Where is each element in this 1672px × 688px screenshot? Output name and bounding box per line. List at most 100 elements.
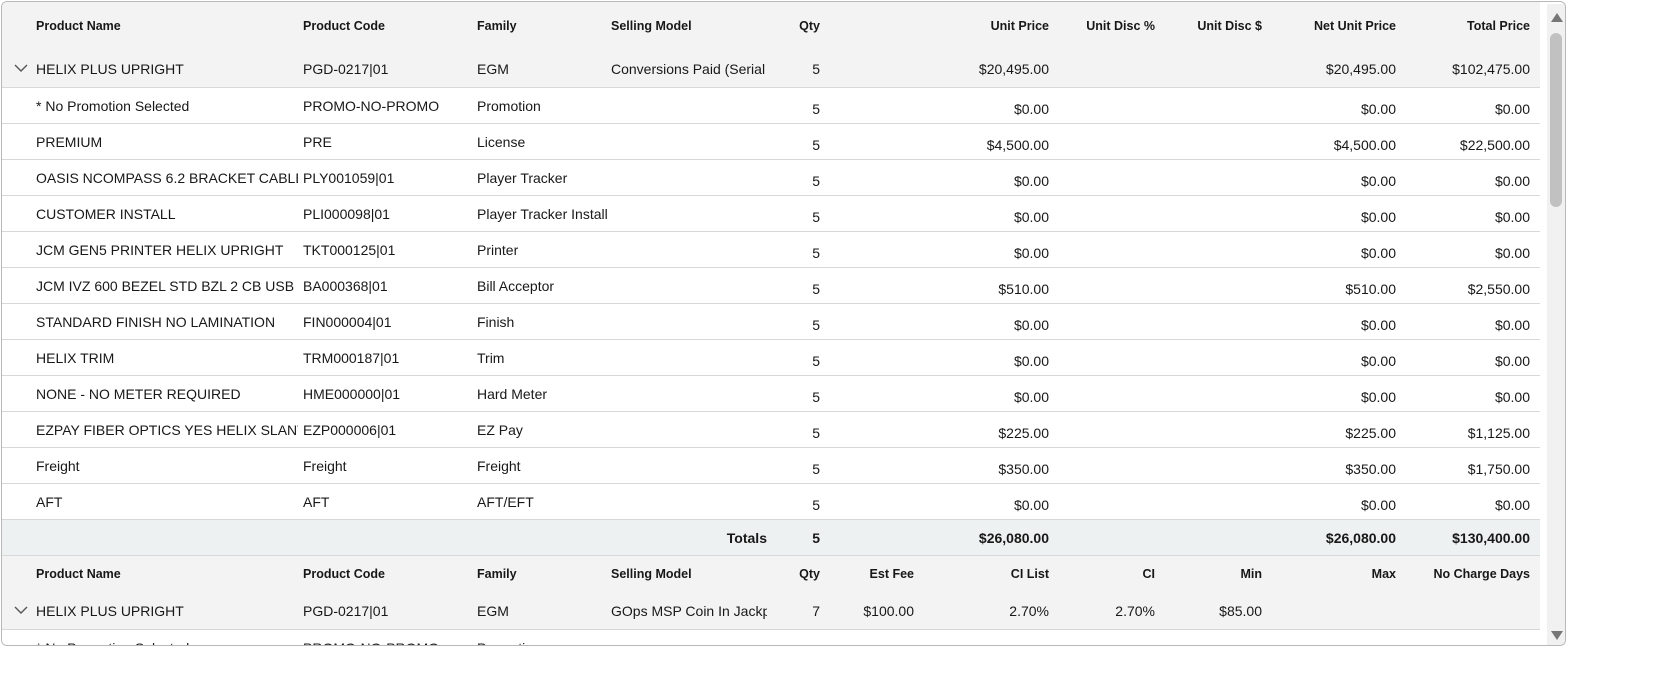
cell-10: $0.00 <box>1494 245 1530 261</box>
cell-10: $0.00 <box>1494 173 1530 189</box>
column-header-8[interactable]: Min <box>1157 567 1262 581</box>
cell-2: Finish <box>477 313 515 330</box>
cell-9: $510.00 <box>1345 281 1396 297</box>
cell-4: 5 <box>812 389 820 405</box>
cell-10: $0.00 <box>1494 101 1530 117</box>
table-row[interactable]: * No Promotion Selected PROMO-NO-PROMO Pro… <box>2 88 1540 124</box>
cell-2: EGM <box>477 602 509 619</box>
cell-6: $0.00 <box>1013 497 1049 513</box>
column-header-2[interactable]: Family <box>477 19 607 33</box>
cell-9: $0.00 <box>1360 245 1396 261</box>
vertical-scrollbar[interactable] <box>1547 4 1565 645</box>
column-header-9[interactable]: Net Unit Price <box>1264 19 1396 33</box>
quote-lines-table: Product Name Product Code Family Selling Mo… <box>1 1 1566 646</box>
cell-4: 5 <box>812 101 820 117</box>
cell-3: Totals <box>726 529 767 546</box>
column-header-6[interactable]: Unit Price <box>916 19 1049 33</box>
cell-8: $85.00 <box>1219 602 1262 619</box>
column-header-7[interactable]: Unit Disc % <box>1051 19 1155 33</box>
table-row[interactable]: Freight Freight Freight 5 $350.00 $350.00 $1,7… <box>2 448 1540 484</box>
cell-4: 5 <box>812 317 820 333</box>
column-header-7[interactable]: CI <box>1051 567 1156 581</box>
table-row[interactable]: AFT AFT AFT/EFT 5 $0.00 $0.00 $0.00 <box>2 484 1540 520</box>
cell-1: PROMO-NO-PROMO <box>303 640 472 646</box>
cell-10: $0.00 <box>1494 389 1530 405</box>
parent-product-row[interactable]: HELIX PLUS UPRIGHT PGD-0217|01 EGM Conversi… <box>2 50 1540 88</box>
table-row[interactable]: STANDARD FINISH NO LAMINATION FIN000004|0… <box>2 304 1540 340</box>
column-header-4[interactable]: Qty <box>772 567 820 581</box>
cell-6: $0.00 <box>1013 101 1049 117</box>
table-header-row: Product Name Product Code Family Selling Mo… <box>2 556 1540 592</box>
cell-10: $0.00 <box>1494 497 1530 513</box>
cell-4: 5 <box>812 353 820 369</box>
table-row[interactable]: NONE - NO METER REQUIRED HME000000|01 Hard… <box>2 376 1540 412</box>
cell-0: Freight <box>36 457 80 474</box>
cell-4: 5 <box>812 245 820 261</box>
cell-2: Bill Acceptor <box>477 277 555 294</box>
cell-2: Player Tracker Install <box>477 205 607 222</box>
parent-product-row[interactable]: HELIX PLUS UPRIGHT PGD-0217|01 EGM GOps MSP… <box>2 592 1540 630</box>
cell-1: BA000368|01 <box>303 277 388 294</box>
cell-0: OASIS NCOMPASS 6.2 BRACKET CABLE U <box>36 169 298 186</box>
cell-0: JCM GEN5 PRINTER HELIX UPRIGHT <box>36 241 284 258</box>
cell-0: STANDARD FINISH NO LAMINATION <box>36 313 276 330</box>
column-header-4[interactable]: Qty <box>772 19 820 33</box>
column-header-3[interactable]: Selling Model <box>611 567 767 581</box>
column-header-3[interactable]: Selling Model <box>611 19 767 33</box>
cell-1: TRM000187|01 <box>303 349 400 366</box>
scroll-up-arrow-icon[interactable] <box>1551 13 1563 22</box>
scroll-down-arrow-icon[interactable] <box>1551 631 1563 640</box>
cell-1: PGD-0217|01 <box>303 602 389 619</box>
table-row[interactable]: JCM GEN5 PRINTER HELIX UPRIGHT TKT000125|… <box>2 232 1540 268</box>
cell-1: PGD-0217|01 <box>303 60 389 77</box>
cell-10: $0.00 <box>1494 353 1530 369</box>
cell-4: 7 <box>812 602 820 619</box>
column-header-5[interactable]: Est Fee <box>822 567 914 581</box>
cell-2: Promotion <box>477 640 607 646</box>
cell-0: HELIX TRIM <box>36 349 115 366</box>
cell-9: $0.00 <box>1360 353 1396 369</box>
column-header-6[interactable]: CI List <box>916 567 1049 581</box>
cell-5: $100.00 <box>863 602 914 619</box>
table-row[interactable]: PREMIUM PRE License 5 $4,500.00 $4,500.00 $22,… <box>2 124 1540 160</box>
cell-10: $1,125.00 <box>1467 425 1530 441</box>
cell-0: PREMIUM <box>36 133 103 150</box>
column-header-9[interactable]: Max <box>1264 567 1396 581</box>
cell-4: 5 <box>812 529 820 546</box>
cell-1: EZP000006|01 <box>303 421 397 438</box>
cell-9: $225.00 <box>1345 425 1396 441</box>
column-header-10[interactable]: No Charge Days <box>1398 567 1530 581</box>
cell-4: 5 <box>812 461 820 477</box>
cell-4: 7 <box>772 643 820 645</box>
cell-6: $0.00 <box>1013 245 1049 261</box>
cell-3: Conversions Paid (Serial <box>611 60 766 77</box>
table-row[interactable]: EZPAY FIBER OPTICS YES HELIX SLANT A EZP0… <box>2 412 1540 448</box>
column-header-0[interactable]: Product Name <box>36 19 298 33</box>
chevron-down-icon[interactable] <box>14 605 28 615</box>
cell-1: PROMO-NO-PROMO <box>303 97 440 114</box>
cell-2: Hard Meter <box>477 385 548 402</box>
table-row[interactable]: JCM IVZ 600 BEZEL STD BZL 2 CB USB HI BA0… <box>2 268 1540 304</box>
table-row[interactable]: HELIX TRIM TRM000187|01 Trim 5 $0.00 $0.00 $0.… <box>2 340 1540 376</box>
column-header-1[interactable]: Product Code <box>303 19 472 33</box>
cell-4: 5 <box>812 137 820 153</box>
chevron-down-icon[interactable] <box>14 63 28 73</box>
column-header-8[interactable]: Unit Disc $ <box>1157 19 1262 33</box>
cell-2: License <box>477 133 526 150</box>
cell-2: Trim <box>477 349 505 366</box>
column-header-10[interactable]: Total Price <box>1398 19 1530 33</box>
cell-9: $0.00 <box>1360 101 1396 117</box>
table-row[interactable]: * No Promotion Selected PROMO-NO-PROMO Pro… <box>2 630 1540 646</box>
cell-2: EGM <box>477 60 509 77</box>
table-row[interactable]: OASIS NCOMPASS 6.2 BRACKET CABLE U PLY001… <box>2 160 1540 196</box>
column-header-0[interactable]: Product Name <box>36 567 298 581</box>
column-header-1[interactable]: Product Code <box>303 567 472 581</box>
cell-6: 2.70% <box>1009 602 1049 619</box>
cell-6: $0.00 <box>1013 389 1049 405</box>
cell-1: PRE <box>303 133 332 150</box>
scrollbar-thumb[interactable] <box>1550 33 1562 207</box>
cell-3: GOps MSP Coin In Jackp <box>611 602 767 619</box>
column-header-2[interactable]: Family <box>477 567 607 581</box>
table-row[interactable]: CUSTOMER INSTALL PLI000098|01 Player Track… <box>2 196 1540 232</box>
cell-2: Freight <box>477 457 521 474</box>
